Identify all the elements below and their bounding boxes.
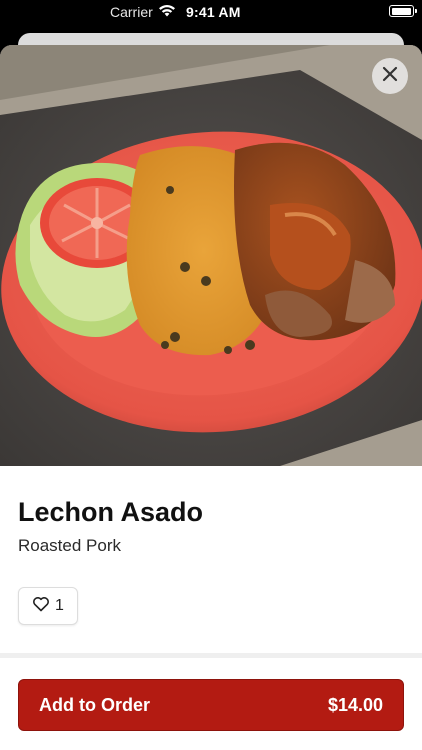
- price-label: $14.00: [327, 694, 383, 715]
- status-time: 9:41 AM: [186, 4, 241, 20]
- add-to-order-button[interactable]: Add to Order $14.00: [18, 679, 404, 731]
- dish-subtitle: Roasted Pork: [18, 536, 121, 555]
- item-detail-sheet: Lechon Asado Roasted Pork 1 Add to Order…: [0, 45, 422, 750]
- battery-icon: [389, 5, 417, 17]
- like-button[interactable]: 1: [18, 587, 78, 625]
- wifi-icon: [158, 4, 176, 20]
- dish-title: Lechon Asado: [18, 497, 204, 527]
- app-screen: Carrier 9:41 AM Lechon Asado Roasted Por…: [0, 0, 422, 750]
- carrier-label: Carrier: [110, 4, 153, 20]
- add-to-order-label: Add to Order: [39, 694, 150, 715]
- section-divider: [0, 653, 422, 658]
- like-count: 1: [55, 597, 64, 614]
- close-icon: [382, 66, 398, 87]
- status-bar: Carrier 9:41 AM: [0, 0, 422, 24]
- heart-icon: [32, 596, 50, 617]
- dish-details: Lechon Asado Roasted Pork: [18, 495, 404, 557]
- close-button[interactable]: [372, 58, 408, 94]
- roasted-pork-plate-photo: [0, 45, 422, 466]
